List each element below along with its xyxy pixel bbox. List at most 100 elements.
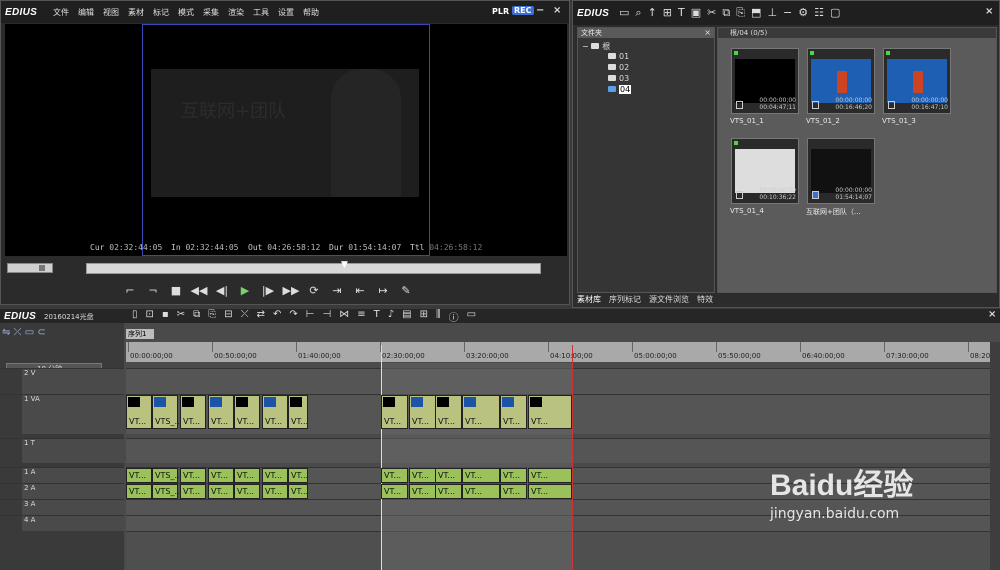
time-ruler[interactable]: 00:00:00;00 00:50:00;00 01:40:00;00 02:30:0… [126,342,1000,362]
menu-view[interactable]: 视图 [103,7,119,18]
info-icon[interactable]: ⓘ [449,309,459,324]
fast-forward-icon[interactable]: ▶▶ [282,284,300,297]
marker-icon[interactable]: ✎ [397,284,415,297]
mode-icons[interactable]: ⇋ ⤫ ▭ ⊂ [2,327,122,339]
add-clip-icon[interactable]: ⊞ [663,6,672,20]
playhead[interactable] [381,345,382,570]
properties-icon[interactable]: ⚙ [798,6,808,20]
video-clip[interactable]: VT... [435,395,462,429]
audio-clip[interactable]: VT... [435,484,462,499]
monitor-icon[interactable]: ▭ [467,309,476,324]
rec-button[interactable]: REC [512,6,534,15]
set-in-icon[interactable]: ⌐ [121,284,139,297]
video-clip[interactable]: VT... [262,395,288,429]
save-icon[interactable]: ▪ [162,309,169,324]
menu-tools[interactable]: 工具 [253,7,269,18]
video-clip[interactable]: VT... [234,395,260,429]
menu-clip[interactable]: 素材 [128,7,144,18]
sequence-tab[interactable]: 序列1 [126,329,154,339]
clip-thumb[interactable]: 00:00:00;00 00:16:46;20 [807,48,875,114]
tree-folder-03[interactable]: 03 [608,74,629,83]
video-clip[interactable]: VT... [500,395,527,429]
timeline-icon[interactable]: ⬒ [751,6,761,20]
menu-help[interactable]: 帮助 [303,7,319,18]
mic-icon[interactable]: ♪ [388,309,394,324]
paste-icon[interactable]: ⎘ [736,6,745,20]
audio-clip[interactable]: VT... [208,484,234,499]
audio-clip[interactable]: VT... [126,484,152,499]
ripple-delete-icon[interactable]: ⇄ [257,309,265,324]
render-icon[interactable]: ▤ [402,309,411,324]
audio-clip[interactable]: VT... [234,484,260,499]
video-clip[interactable]: VT... [381,395,408,429]
overwrite-icon[interactable]: ⇤ [351,284,369,297]
tab-bin[interactable]: 素材库 [577,294,601,306]
audio-clip[interactable]: VT... [288,484,308,499]
shuttle-slider[interactable] [7,263,53,273]
tab-effects[interactable]: 特效 [697,294,713,306]
track-header-1va[interactable]: 1 VA [22,394,124,434]
video-clip[interactable]: VT... [288,395,308,429]
clip-thumb[interactable]: 00:00:00;00 00:10:36;22 [731,138,799,204]
cut-icon[interactable]: ✂ [707,6,716,20]
step-back-icon[interactable]: ◀| [213,284,231,297]
audio-clip[interactable]: VT... [262,468,288,483]
loop-icon[interactable]: ⟳ [305,284,323,297]
audio-clip[interactable]: VT... [208,468,234,483]
audio-clip[interactable]: VT... [288,468,308,483]
menu-settings[interactable]: 设置 [278,7,294,18]
audio-clip[interactable]: VT... [500,484,527,499]
tree-folder-02[interactable]: 02 [608,63,629,72]
menu-capture[interactable]: 采集 [203,7,219,18]
audio-clip[interactable]: VT... [528,468,572,483]
timeline-close-icon[interactable]: × [988,309,996,320]
track-header-3a[interactable]: 3 A [22,499,124,515]
video-clip[interactable]: VT... [126,395,152,429]
position-handle[interactable]: ▼ [341,260,348,270]
plr-button[interactable]: PLR [492,7,509,16]
open-icon[interactable]: ⊡ [146,309,154,324]
track-header-1a[interactable]: 1 A [22,467,124,483]
shuttle-handle[interactable] [39,265,45,271]
delete-icon[interactable]: − [783,6,792,20]
bin-close-icon[interactable]: × [985,6,993,17]
audio-clip[interactable]: VT... [462,468,500,483]
menu-marker[interactable]: 标记 [153,7,169,18]
minimize-icon[interactable]: − [536,5,544,16]
track-header-4a[interactable]: 4 A [22,515,124,531]
tree-folder-04[interactable]: 04 [608,85,632,94]
menu-render[interactable]: 渲染 [228,7,244,18]
vertical-scrollbar[interactable] [990,342,1000,570]
rewind-icon[interactable]: ◀◀ [190,284,208,297]
tree-root[interactable]: − 根 [582,41,610,52]
clip-thumb[interactable]: 00:00:00;00 01:54:14;07 [807,138,875,204]
audio-clip[interactable]: VTS_... [152,484,182,499]
tab-sequence-markers[interactable]: 序列标记 [609,294,641,306]
split-icon[interactable]: ⊢ [306,309,315,324]
up-icon[interactable]: ↑ [648,6,657,20]
audio-clip[interactable]: VT... [528,484,572,499]
trim-icon[interactable]: ⊣ [323,309,332,324]
title-tl-icon[interactable]: T [374,309,380,324]
snap-icon[interactable]: ⋈ [339,309,349,324]
video-clip[interactable]: VT... [180,395,206,429]
new-sequence-icon[interactable]: ▯ [132,309,138,324]
redo-icon[interactable]: ↷ [289,309,297,324]
audio-clip[interactable]: VT... [234,468,260,483]
tree-folder-01[interactable]: 01 [608,52,629,61]
step-forward-icon[interactable]: |▶ [259,284,277,297]
tab-source-browser[interactable]: 源文件浏览 [649,294,689,306]
replace-icon[interactable]: ⊟ [224,309,232,324]
group-icon[interactable]: ≡ [357,309,365,324]
bin-icon[interactable]: ▢ [830,6,840,20]
thumbnail-icon[interactable]: ▣ [691,6,701,20]
clip-thumb[interactable]: 00:00:00;00 00:16:47;10 [883,48,951,114]
title-icon[interactable]: T [678,6,685,20]
track-header-2v[interactable]: 2 V [22,368,124,394]
search-icon[interactable]: ⌕ [635,6,641,20]
position-bar[interactable] [86,263,541,274]
track-header-2a[interactable]: 2 A [22,483,124,499]
clip-thumb[interactable]: 00:00:00;00 00:04:47;11 [731,48,799,114]
audio-clip[interactable]: VTS_... [152,468,182,483]
play-clip-icon[interactable]: ⊥ [767,6,777,20]
